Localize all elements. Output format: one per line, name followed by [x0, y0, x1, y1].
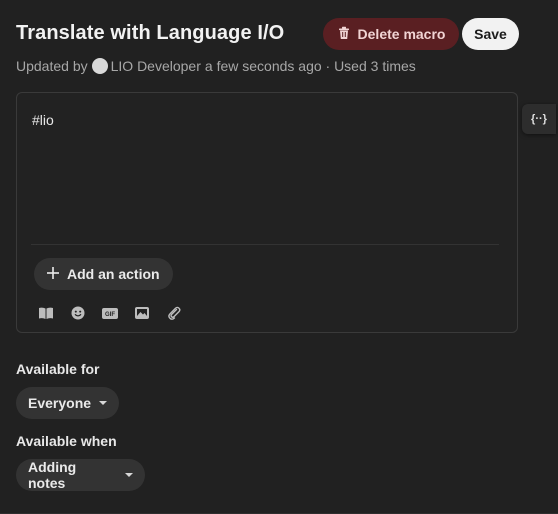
chevron-down-icon	[99, 401, 108, 405]
image-icon[interactable]	[133, 304, 151, 322]
meta-author[interactable]: LIO Developer	[111, 58, 201, 74]
meta-suffix: a few seconds ago · Used 3 times	[204, 58, 416, 74]
chevron-down-icon	[125, 473, 133, 477]
header: Translate with Language I/O Delete macro…	[16, 18, 520, 50]
delete-macro-label: Delete macro	[357, 26, 446, 42]
available-for-label: Available for	[16, 361, 100, 377]
macro-editor[interactable]: #lio Add an action GIF	[16, 92, 518, 333]
available-when-value: Adding notes	[28, 459, 77, 491]
attachment-icon[interactable]	[165, 304, 183, 322]
add-action-button[interactable]: Add an action	[34, 258, 173, 290]
avatar	[91, 58, 108, 74]
save-button[interactable]: Save	[462, 18, 519, 50]
available-when-dropdown[interactable]: Adding notes	[16, 459, 145, 491]
editor-content[interactable]: #lio	[32, 112, 54, 128]
available-for-dropdown[interactable]: Everyone	[16, 387, 119, 419]
plus-icon	[47, 266, 59, 282]
delete-macro-button[interactable]: Delete macro	[323, 18, 459, 50]
meta-prefix: Updated by	[16, 58, 88, 74]
svg-text:GIF: GIF	[105, 312, 115, 318]
available-for-value: Everyone	[28, 395, 92, 411]
available-when-label: Available when	[16, 433, 117, 449]
editor-divider	[31, 244, 499, 245]
variables-button[interactable]: {··}	[522, 104, 556, 134]
book-icon[interactable]	[37, 304, 55, 322]
gif-icon[interactable]: GIF	[101, 304, 119, 322]
add-action-label: Add an action	[67, 266, 160, 282]
page-title: Translate with Language I/O	[16, 22, 285, 44]
editor-toolbar: GIF	[37, 304, 197, 322]
macro-meta: Updated by LIO Developer a few seconds a…	[16, 58, 416, 74]
emoji-icon[interactable]	[69, 304, 87, 322]
trash-icon	[337, 26, 351, 43]
